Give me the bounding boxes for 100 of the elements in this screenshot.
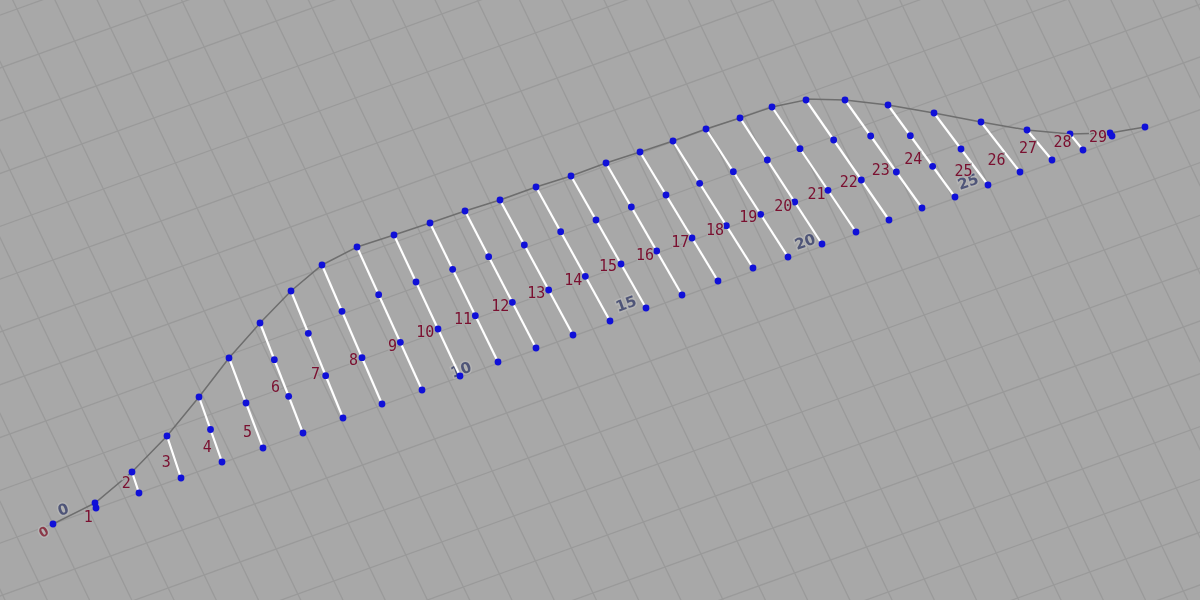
control-point — [426, 219, 434, 227]
station-label: 2 — [121, 474, 131, 492]
control-point — [353, 243, 361, 251]
station-label: 18 — [706, 221, 725, 239]
control-point — [818, 240, 826, 248]
control-point — [285, 392, 293, 400]
control-point — [322, 372, 330, 380]
control-point — [857, 176, 865, 184]
station-label: 8 — [349, 351, 358, 369]
control-point — [338, 307, 346, 315]
control-point — [642, 304, 650, 312]
control-point — [494, 358, 502, 366]
control-point — [207, 426, 214, 433]
control-point — [627, 203, 635, 211]
station-label: 19 — [739, 208, 758, 226]
station-label: 4 — [202, 438, 212, 456]
control-point — [378, 400, 386, 408]
control-point — [567, 172, 575, 180]
control-point — [177, 474, 185, 482]
control-point — [242, 399, 250, 407]
control-point — [602, 159, 610, 167]
control-point — [984, 181, 992, 189]
grid-label: 0 — [55, 499, 72, 520]
control-point — [485, 253, 493, 261]
control-point — [688, 234, 696, 242]
control-point — [557, 228, 565, 236]
control-point — [569, 331, 577, 339]
control-point — [884, 101, 892, 109]
control-point — [791, 198, 799, 206]
control-point — [763, 156, 771, 164]
control-point — [299, 429, 307, 437]
station-label: 15 — [599, 257, 618, 275]
station-label: 10 — [416, 323, 435, 341]
control-point — [358, 354, 366, 362]
control-point — [592, 216, 600, 224]
grid-label: 15 — [613, 291, 639, 316]
control-point — [218, 458, 226, 466]
station-label: 9 — [387, 337, 397, 355]
control-point — [532, 344, 540, 352]
station-label: 23 — [871, 161, 890, 179]
control-point — [545, 286, 553, 294]
control-point — [396, 338, 404, 346]
control-point — [768, 103, 776, 111]
control-point — [852, 228, 860, 236]
station-label: 17 — [671, 233, 690, 251]
station-label: 13 — [527, 284, 546, 302]
control-point — [287, 287, 295, 295]
control-point — [520, 241, 528, 249]
control-point — [304, 329, 312, 337]
control-point — [796, 145, 804, 153]
control-point — [841, 96, 849, 104]
control-point — [461, 207, 469, 215]
station-label: 22 — [839, 173, 858, 191]
control-point — [830, 136, 838, 144]
control-point — [1016, 168, 1024, 176]
control-point — [802, 96, 810, 104]
control-point — [729, 168, 737, 176]
station-label: 1 — [83, 508, 93, 526]
station-label: 6 — [271, 378, 280, 396]
station-label: 12 — [491, 297, 510, 315]
control-point — [906, 132, 914, 140]
station-label: 11 — [453, 310, 472, 328]
control-point — [496, 196, 504, 204]
control-point — [135, 489, 143, 497]
control-point — [930, 109, 938, 117]
control-point — [702, 125, 710, 133]
control-point — [418, 386, 426, 394]
control-point — [749, 264, 757, 272]
control-point — [225, 354, 233, 362]
control-point — [606, 317, 614, 325]
control-point — [696, 179, 704, 187]
control-point — [918, 204, 926, 212]
control-point — [195, 393, 203, 401]
control-point — [736, 114, 744, 122]
control-point — [1023, 126, 1031, 134]
control-point — [757, 210, 765, 218]
control-point — [784, 253, 792, 261]
control-point — [259, 444, 267, 452]
control-point — [617, 260, 625, 268]
control-point — [1079, 146, 1087, 154]
control-point — [256, 319, 264, 327]
station-label: 28 — [1053, 133, 1072, 151]
control-point — [885, 216, 893, 224]
station-label: 26 — [987, 151, 1006, 169]
control-point — [951, 193, 959, 201]
station-label: 21 — [807, 185, 826, 203]
control-point — [824, 186, 832, 194]
control-point — [449, 265, 457, 273]
control-point — [1048, 156, 1056, 164]
control-point — [957, 145, 965, 153]
station-label: 27 — [1018, 139, 1037, 157]
control-point — [471, 312, 479, 320]
control-point — [375, 291, 383, 299]
control-point — [714, 277, 722, 285]
control-point — [892, 168, 900, 176]
grid-label: 0 — [36, 523, 52, 541]
grid-label: 20 — [792, 229, 818, 254]
station-label: 7 — [310, 365, 320, 383]
control-point — [390, 231, 398, 239]
control-point — [270, 356, 278, 364]
